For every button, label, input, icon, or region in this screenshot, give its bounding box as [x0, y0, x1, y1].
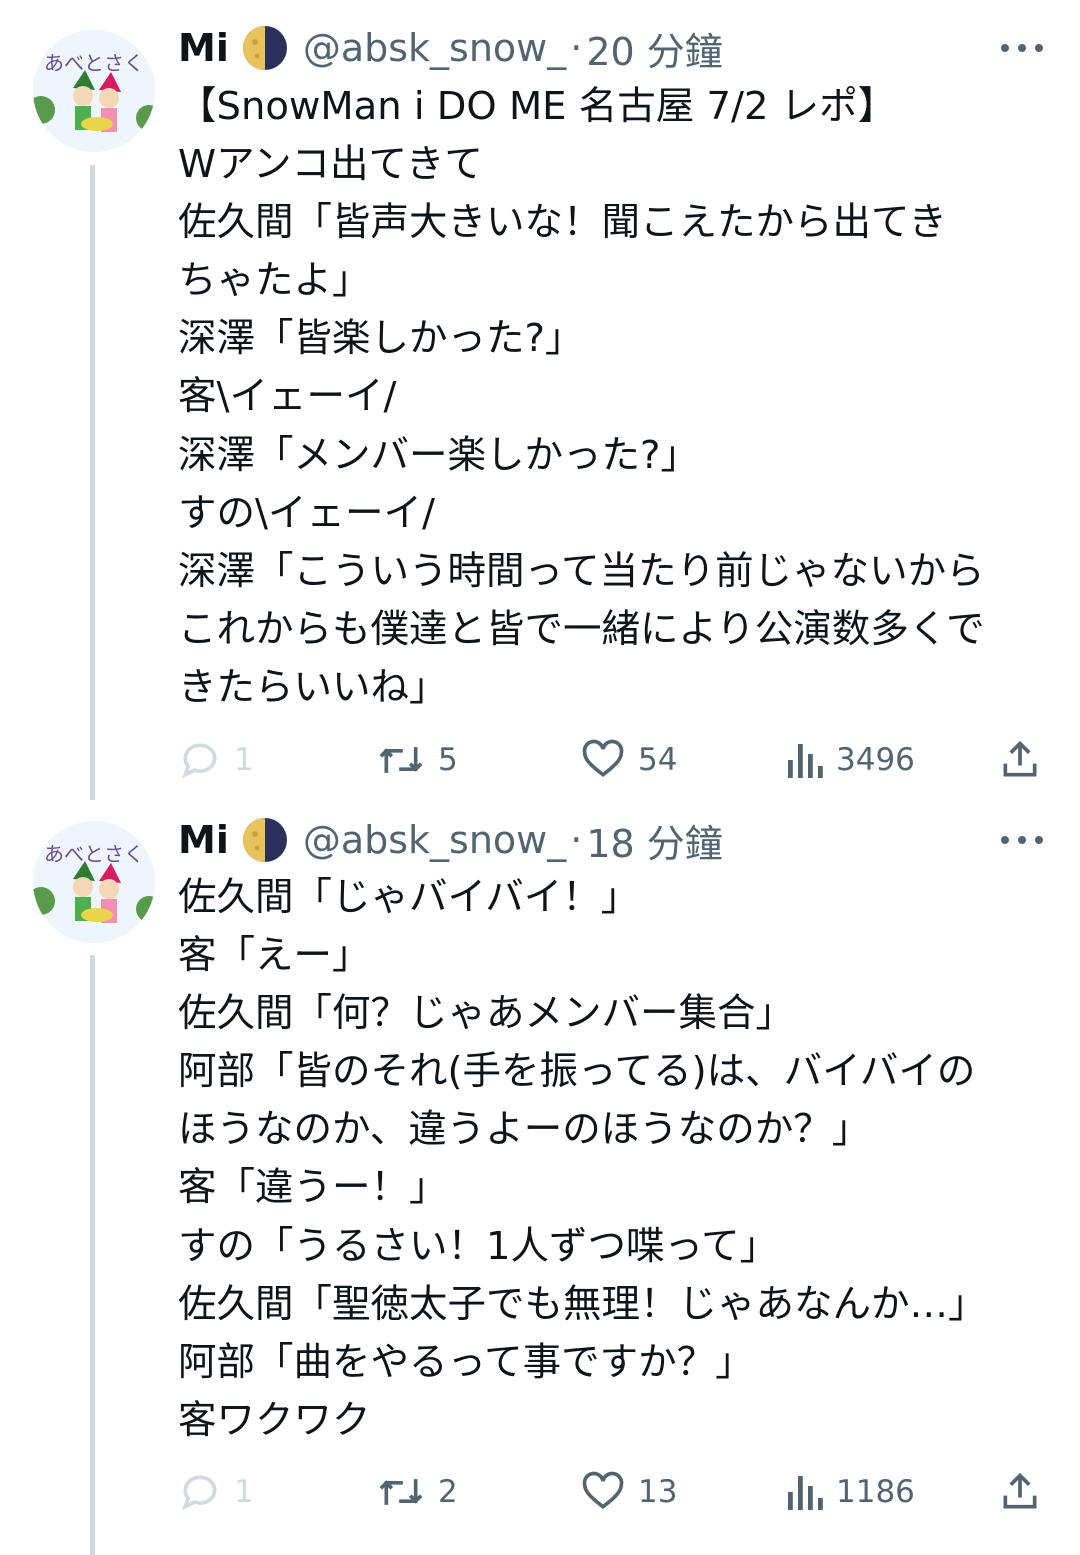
reply-button[interactable]: 1: [178, 730, 254, 790]
share-icon: [1003, 1472, 1037, 1509]
view-count: 1186: [836, 1474, 915, 1510]
reply-icon: [182, 743, 217, 779]
tweet[interactable]: あべとさく Mi @absk_snow_ · 18 分鐘 佐久間「じゃバイバイ！…: [0, 800, 1080, 1555]
thread-line: [90, 955, 95, 1555]
thread-line: [90, 165, 95, 800]
display-name[interactable]: Mi: [178, 26, 229, 70]
separator: ·: [570, 818, 583, 862]
avatar-label: あべとさく: [44, 842, 144, 866]
tweet-header: Mi @absk_snow_ · 20 分鐘: [178, 21, 723, 76]
more-icon[interactable]: [1000, 815, 1044, 865]
views-icon: [788, 1476, 823, 1510]
like-icon: [582, 739, 624, 777]
retweet-button[interactable]: 2: [376, 1462, 458, 1522]
retweet-count: 5: [438, 742, 458, 778]
share-icon: [1003, 740, 1037, 777]
like-count: 13: [638, 1474, 678, 1510]
user-handle[interactable]: @absk_snow_: [303, 818, 566, 862]
moon-emoji-icon: [241, 816, 289, 864]
timestamp[interactable]: 18 分鐘: [586, 813, 722, 868]
tweet-text: 【SnowMan i DO ME 名古屋 7/2 レポ】 Wアンコ出てきて 佐久…: [178, 84, 985, 710]
tweet[interactable]: あべとさく Mi @absk_snow_ · 20 分鐘 【SnowMan i …: [0, 0, 1080, 800]
share-button[interactable]: [998, 730, 1042, 790]
like-icon: [582, 1471, 624, 1509]
more-icon[interactable]: [1000, 23, 1044, 73]
share-button[interactable]: [998, 1462, 1042, 1522]
user-handle[interactable]: @absk_snow_: [303, 26, 566, 70]
reply-count: 1: [234, 1474, 254, 1510]
avatar-label: あべとさく: [44, 51, 144, 75]
tweet-actions: 1 5 54 3496: [178, 730, 1048, 790]
avatar[interactable]: あべとさく: [33, 821, 155, 943]
views-button[interactable]: 1186: [784, 1462, 915, 1522]
display-name[interactable]: Mi: [178, 818, 229, 862]
like-button[interactable]: 13: [580, 1462, 677, 1522]
separator: ·: [570, 26, 583, 70]
retweet-count: 2: [438, 1474, 458, 1510]
avatar[interactable]: あべとさく: [33, 30, 155, 152]
reply-icon: [182, 1475, 217, 1511]
retweet-button[interactable]: 5: [376, 730, 458, 790]
tweet-header: Mi @absk_snow_ · 18 分鐘: [178, 813, 723, 868]
reply-count: 1: [234, 742, 254, 778]
like-count: 54: [638, 742, 678, 778]
moon-emoji-icon: [241, 24, 289, 72]
tweet-text: 佐久間「じゃバイバイ！」 客「えー」 佐久間「何？じゃあメンバー集合」 阿部「皆…: [178, 875, 987, 1443]
reply-button[interactable]: 1: [178, 1462, 254, 1522]
timestamp[interactable]: 20 分鐘: [586, 21, 722, 76]
retweet-icon: [379, 747, 423, 773]
tweet-actions: 1 2 13 1186: [178, 1462, 1048, 1522]
view-count: 3496: [836, 742, 915, 778]
views-button[interactable]: 3496: [784, 730, 915, 790]
like-button[interactable]: 54: [580, 730, 677, 790]
retweet-icon: [379, 1479, 423, 1505]
views-icon: [788, 744, 823, 778]
